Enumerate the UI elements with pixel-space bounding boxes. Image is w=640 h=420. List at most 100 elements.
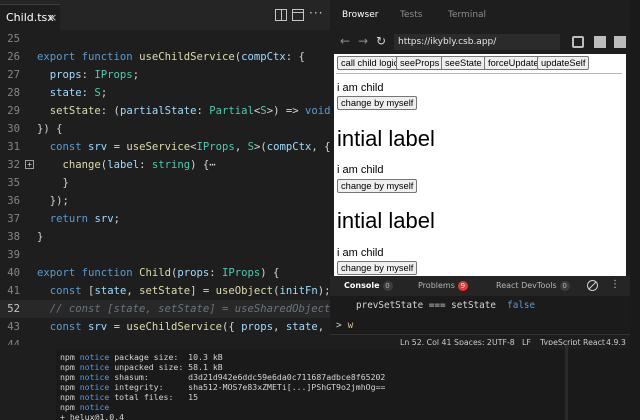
code-text: }) { <box>37 123 63 135</box>
code-line[interactable]: 31 const srv = useService<IProps, S>(com… <box>0 138 330 156</box>
code-line[interactable]: 39 <box>0 246 330 264</box>
line-number: 41 <box>7 285 20 297</box>
tab-label: Problems <box>418 281 455 290</box>
line-number: 35 <box>7 177 20 189</box>
tab-react-devtools[interactable]: React DevTools 0 <box>496 276 570 296</box>
code-text: const [state, setState] = useObject(init… <box>49 285 330 297</box>
notice-tag: notice <box>74 372 110 382</box>
change-by-myself-button[interactable]: change by myself <box>337 179 418 193</box>
terminal-line: + helux@1.0.4 <box>60 412 124 420</box>
line-number: 29 <box>7 105 20 117</box>
see-props-button[interactable]: seeProps <box>396 56 444 70</box>
close-icon[interactable]: × <box>48 5 57 31</box>
more-options-icon[interactable]: ⋮ <box>610 279 620 290</box>
more-actions-icon[interactable]: ··· <box>309 6 323 20</box>
terminal-prefix: npm <box>60 392 75 402</box>
copy-window-icon[interactable] <box>594 36 606 48</box>
line-number: 44 <box>7 339 20 345</box>
split-editor-icon[interactable] <box>275 9 287 21</box>
tab-browser[interactable]: Browser <box>342 0 378 30</box>
code-line[interactable]: 25 <box>0 34 330 48</box>
terminal-text: unpacked size: 58.1 kB <box>109 362 223 372</box>
url-input[interactable] <box>394 34 560 50</box>
terminal-text: total files: 15 <box>109 392 199 402</box>
line-number: 37 <box>7 213 20 225</box>
line-number: 38 <box>7 231 20 243</box>
code-line[interactable]: 40 export function Child(props: IProps) { <box>0 264 330 282</box>
code-line[interactable]: 29 setState: (partialState: Partial<S>) … <box>0 102 330 120</box>
terminal-panel[interactable]: npm notice package size: 10.3 kB npm noti… <box>0 345 640 420</box>
code-line[interactable]: 37 return srv; <box>0 210 330 228</box>
change-by-myself-button[interactable]: change by myself <box>337 96 418 110</box>
code-line[interactable]: 26 export function useChildService(compCt… <box>0 48 330 66</box>
editor-tab-bar: Child.tsx × ··· <box>0 0 330 30</box>
code-area[interactable]: 25 26 export function useChildService(comp… <box>0 34 330 345</box>
line-number: 40 <box>7 267 20 279</box>
see-state-button[interactable]: seeState <box>441 56 486 70</box>
terminal-text: integrity: sha512-MOS7e83xZMETi[...]PShG… <box>109 382 386 392</box>
code-line[interactable]: 44 <box>0 336 330 345</box>
code-line[interactable]: 41 const [state, setState] = useObject(i… <box>0 282 330 300</box>
clear-console-icon[interactable] <box>587 280 598 291</box>
preview-tabs: Browser Tests Terminal <box>330 0 630 30</box>
notice-tag: notice <box>74 402 110 412</box>
terminal-text: helux@1.0.4 <box>64 412 125 420</box>
open-new-window-icon[interactable] <box>614 36 626 48</box>
back-arrow-icon[interactable]: ← <box>340 34 350 48</box>
code-line[interactable]: 30}) { <box>0 120 330 138</box>
notice-tag: notice <box>74 352 110 362</box>
window-edge <box>630 0 640 420</box>
terminal-prefix: npm <box>60 372 75 382</box>
code-line[interactable]: 36 }); <box>0 192 330 210</box>
reload-icon[interactable]: ↻ <box>376 34 386 48</box>
label-heading: intial label <box>337 126 435 151</box>
terminal-scrollbar[interactable] <box>565 345 568 420</box>
divider <box>336 73 622 74</box>
terminal-output[interactable]: npm notice package size: 10.3 kB npm noti… <box>56 349 630 420</box>
force-update-button[interactable]: forceUpdate <box>484 56 543 70</box>
code-line[interactable]: 27 props: IProps; <box>0 66 330 84</box>
expand-fold-icon[interactable]: + <box>25 160 34 169</box>
child-text: i am child <box>337 82 384 94</box>
code-text: export function Child(props: IProps) { <box>37 267 280 279</box>
tab-problems[interactable]: Problems 9 <box>418 276 468 296</box>
code-text: } <box>62 177 69 189</box>
code-line[interactable]: 35 } <box>0 174 330 192</box>
count-badge: 0 <box>382 281 393 291</box>
child-text: i am child <box>337 247 384 259</box>
browser-nav-bar: ← → ↻ <box>330 30 630 54</box>
terminal-line: npm notice total files: 15 <box>60 392 198 402</box>
code-editor[interactable]: Child.tsx × ··· 25 26 export function useC… <box>0 0 330 345</box>
code-text: // const [state, setState] = useSharedOb… <box>37 303 330 315</box>
code-line[interactable]: 52 // const [state, setState] = useShare… <box>0 300 330 318</box>
change-by-myself-button[interactable]: change by myself <box>337 261 418 275</box>
terminal-line: npm notice shasum: d3d21d942e6ddc59e6da0… <box>60 372 385 382</box>
tab-child-tsx[interactable]: Child.tsx × <box>0 4 60 30</box>
code-line[interactable]: 43 const srv = useChildService({ props, … <box>0 318 330 336</box>
toggle-panel-icon[interactable] <box>292 9 304 21</box>
call-child-logic-button[interactable]: call child logic <box>337 56 403 70</box>
update-self-button[interactable]: updateSelf <box>537 56 590 70</box>
code-text: export function useChildService(compCtx:… <box>37 51 305 63</box>
code-line[interactable]: 32 + change(label: string) {⋯ <box>0 156 330 174</box>
code-line[interactable]: 28 state: S; <box>0 84 330 102</box>
tab-terminal[interactable]: Terminal <box>448 0 486 30</box>
tab-tests[interactable]: Tests <box>400 0 422 30</box>
console-input[interactable]: > w <box>336 320 353 331</box>
console-tabs: Console 0 Problems 9 React DevTools 0 ⋮ <box>330 276 630 296</box>
terminal-text: package size: 10.3 kB <box>109 352 223 362</box>
inspect-target-icon[interactable] <box>572 36 584 48</box>
tab-label: React DevTools <box>496 281 557 290</box>
code-text: change(label: string) {⋯ <box>62 159 216 171</box>
code-text: setState: (partialState: Partial<S>) => … <box>49 105 330 117</box>
terminal-prefix: npm <box>60 402 75 412</box>
forward-arrow-icon[interactable]: → <box>358 34 368 48</box>
child-text: i am child <box>337 164 384 176</box>
tab-console[interactable]: Console 0 <box>344 276 393 296</box>
notice-tag: notice <box>74 392 110 402</box>
code-text: return srv; <box>49 213 120 225</box>
notice-tag: notice <box>74 362 110 372</box>
code-text: const srv = useChildService({ props, sta… <box>49 321 330 333</box>
line-number: 25 <box>7 34 20 45</box>
code-line[interactable]: 38} <box>0 228 330 246</box>
